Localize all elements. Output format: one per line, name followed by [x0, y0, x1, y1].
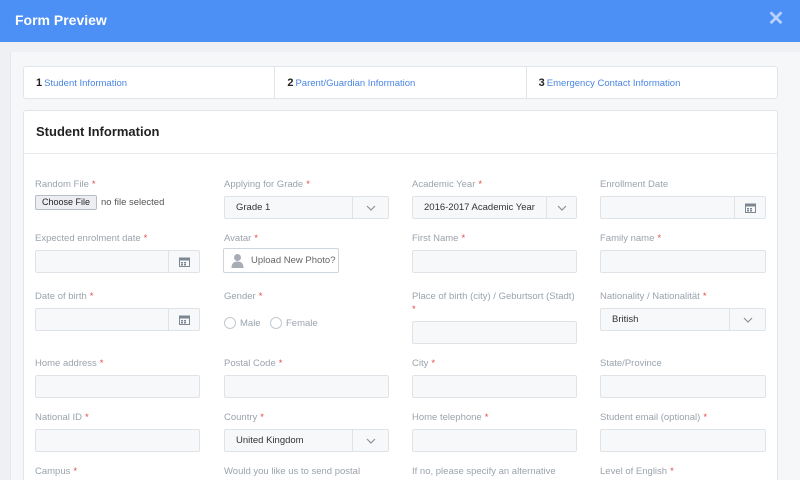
tab-student-information[interactable]: 1 Student Information — [24, 67, 276, 98]
calendar-icon[interactable] — [168, 309, 199, 330]
gender-female-radio[interactable] — [270, 317, 282, 329]
dob-label: Date of birth * — [35, 291, 94, 302]
campus-label: Campus * — [35, 466, 78, 477]
gender-male-label: Male — [240, 318, 261, 329]
choose-file-button[interactable]: Choose File — [35, 195, 97, 210]
gender-label: Gender * — [224, 291, 263, 302]
random-file-label: Random File * — [35, 179, 96, 190]
window-title: Form Preview — [15, 12, 107, 28]
chevron-down-icon — [546, 197, 576, 218]
student-email-input[interactable] — [600, 429, 766, 452]
state-label: State/Province — [600, 358, 662, 369]
place-of-birth-input[interactable] — [412, 321, 577, 344]
step-tabs: 1 Student Information 2 Parent/Guardian In… — [23, 66, 778, 99]
step-label: Student Information — [44, 78, 128, 89]
calendar-icon[interactable] — [168, 251, 199, 272]
step-label: Emergency Contact Information — [546, 78, 681, 89]
expected-enrolment-input[interactable] — [35, 250, 200, 273]
step-number: 3 — [538, 77, 545, 89]
tab-parent-guardian-information[interactable]: 2 Parent/Guardian Information — [275, 67, 527, 98]
upload-photo-button[interactable]: Upload New Photo? — [223, 248, 339, 273]
academic-year-label: Academic Year * — [412, 179, 483, 190]
postal-code-input[interactable] — [224, 375, 389, 398]
chevron-down-icon — [352, 197, 388, 218]
home-telephone-label: Home telephone * — [412, 412, 489, 423]
academic-year-select[interactable]: 2016-2017 Academic Year — [412, 196, 577, 219]
home-address-label: Home address * — [35, 358, 104, 369]
nationality-label: Nationality / Nationalität * — [600, 291, 707, 302]
city-label: City * — [412, 358, 436, 369]
chevron-down-icon — [352, 430, 388, 451]
file-status: no file selected — [101, 197, 165, 208]
city-input[interactable] — [412, 375, 577, 398]
applying-grade-label: Applying for Grade * — [224, 179, 310, 190]
enrollment-date-input[interactable] — [600, 196, 766, 219]
window-header: Form Preview ✕ — [0, 0, 800, 42]
step-label: Parent/Guardian Information — [295, 78, 416, 89]
upload-photo-label: Upload New Photo? — [251, 255, 336, 266]
home-telephone-input[interactable] — [412, 429, 577, 452]
chevron-down-icon — [729, 309, 765, 330]
nationality-select[interactable]: British — [600, 308, 766, 331]
national-id-label: National ID * — [35, 412, 89, 423]
panel-header: Student Information — [24, 111, 777, 154]
panel-title: Student Information — [36, 124, 160, 139]
english-level-label: Level of English * — [600, 466, 674, 477]
country-label: Country * — [224, 412, 264, 423]
gender-female-label: Female — [286, 318, 318, 329]
country-select[interactable]: United Kingdom — [224, 429, 389, 452]
postal-question-label: Would you like us to send postal — [224, 466, 361, 477]
avatar-label: Avatar * — [224, 233, 258, 244]
national-id-input[interactable] — [35, 429, 200, 452]
tab-emergency-contact-information[interactable]: 3 Emergency Contact Information — [527, 67, 777, 98]
user-icon — [231, 253, 244, 273]
enrollment-date-label: Enrollment Date — [600, 179, 669, 190]
step-number: 1 — [36, 77, 43, 89]
dob-input[interactable] — [35, 308, 200, 331]
postal-code-label: Postal Code * — [224, 358, 283, 369]
applying-grade-select[interactable]: Grade 1 — [224, 196, 389, 219]
gender-male-radio[interactable] — [224, 317, 236, 329]
family-name-input[interactable] — [600, 250, 766, 273]
expected-enrolment-label: Expected enrolment date * — [35, 233, 148, 244]
step-number: 2 — [287, 77, 294, 89]
alternative-label: If no, please specify an alternative — [412, 466, 556, 477]
close-icon[interactable]: ✕ — [766, 9, 786, 29]
required-marker: * — [412, 304, 416, 315]
student-email-label: Student email (optional) * — [600, 412, 708, 423]
first-name-input[interactable] — [412, 250, 577, 273]
first-name-label: First Name * — [412, 233, 466, 244]
home-address-input[interactable] — [35, 375, 200, 398]
calendar-icon[interactable] — [734, 197, 765, 218]
place-of-birth-label: Place of birth (city) / Geburtsort (Stad… — [412, 291, 575, 302]
state-input[interactable] — [600, 375, 766, 398]
family-name-label: Family name * — [600, 233, 662, 244]
